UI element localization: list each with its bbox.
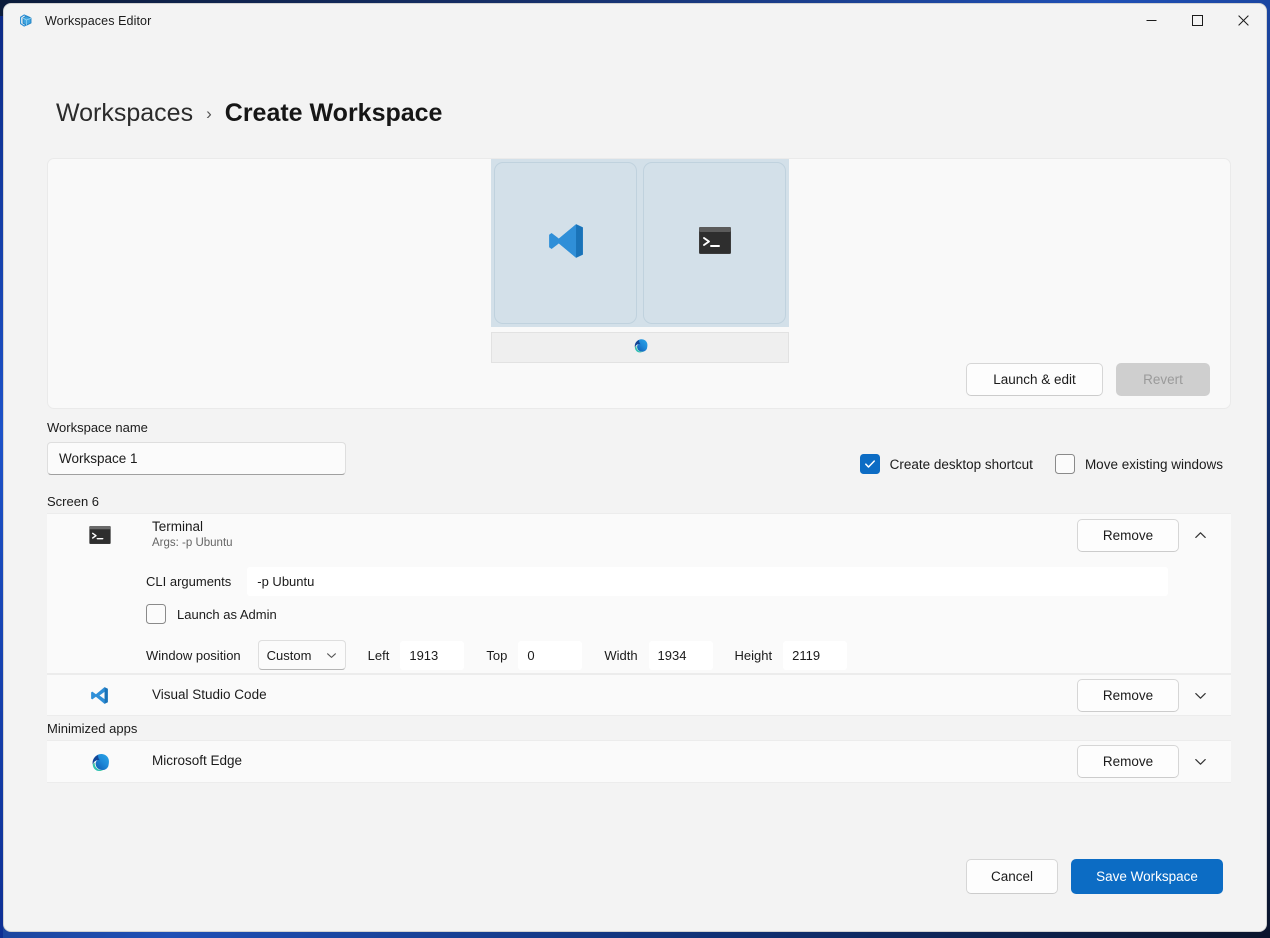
minimized-apps-heading: Minimized apps <box>47 721 137 736</box>
chevron-down-icon[interactable] <box>1183 678 1217 712</box>
terminal-icon <box>699 227 731 259</box>
app-name-terminal: Terminal <box>152 518 1077 536</box>
app-name-visual-studio-code: Visual Studio Code <box>152 686 1077 704</box>
preview-actions: Launch & edit Revert <box>966 363 1210 396</box>
height-input[interactable] <box>783 641 847 670</box>
chevron-up-icon[interactable] <box>1183 518 1217 552</box>
monitor-preview <box>491 159 789 363</box>
workspace-name-label: Workspace name <box>47 420 148 435</box>
left-input[interactable] <box>400 641 464 670</box>
footer-actions: Cancel Save Workspace <box>966 859 1223 894</box>
breadcrumb-separator-icon: › <box>206 104 212 124</box>
window-position-value: Custom <box>267 648 312 663</box>
app-name-microsoft-edge: Microsoft Edge <box>152 752 1077 770</box>
breadcrumb: Workspaces › Create Workspace <box>56 99 442 128</box>
vscode-icon <box>47 684 152 707</box>
maximize-icon[interactable] <box>1174 4 1220 37</box>
option-create-desktop-shortcut[interactable]: Create desktop shortcut <box>860 454 1033 474</box>
remove-button-visual-studio-code[interactable]: Remove <box>1077 679 1179 712</box>
cli-arguments-input[interactable] <box>247 567 1168 596</box>
left-label: Left <box>368 648 390 663</box>
app-row-visual-studio-code[interactable]: Visual Studio Code Remove <box>47 674 1231 716</box>
workspace-options: Create desktop shortcut Move existing wi… <box>860 454 1223 474</box>
app-row-actions-visual-studio-code: Remove <box>1077 678 1231 712</box>
preview-tile-terminal[interactable] <box>643 162 786 324</box>
minimized-apps-bar <box>491 332 789 363</box>
terminal-expanded-details: CLI arguments Launch as Admin Window pos… <box>47 556 1231 674</box>
page-content: Workspaces › Create Workspace <box>4 37 1266 931</box>
app-row-terminal[interactable]: Terminal Args: -p Ubuntu Remove <box>47 513 1231 556</box>
option-move-existing-windows[interactable]: Move existing windows <box>1055 454 1223 474</box>
option-label-move-existing-windows: Move existing windows <box>1085 457 1223 472</box>
save-workspace-button[interactable]: Save Workspace <box>1071 859 1223 894</box>
window-position-select[interactable]: Custom <box>258 640 346 670</box>
title-bar: Workspaces Editor <box>4 4 1266 37</box>
preview-tile-vscode[interactable] <box>494 162 637 324</box>
app-args-terminal: Args: -p Ubuntu <box>152 536 1077 552</box>
workspace-preview-card: Launch & edit Revert <box>47 158 1231 409</box>
remove-button-microsoft-edge[interactable]: Remove <box>1077 745 1179 778</box>
edge-icon <box>47 751 152 773</box>
launch-as-admin-row[interactable]: Launch as Admin <box>146 604 277 624</box>
breadcrumb-workspaces-link[interactable]: Workspaces <box>56 99 193 128</box>
remove-button-terminal[interactable]: Remove <box>1077 519 1179 552</box>
window-controls <box>1128 4 1266 37</box>
window-position-label: Window position <box>146 648 241 663</box>
app-row-actions-terminal: Remove <box>1077 518 1231 552</box>
screen-section-heading: Screen 6 <box>47 494 99 509</box>
checkbox-create-desktop-shortcut[interactable] <box>860 454 880 474</box>
app-info-microsoft-edge: Microsoft Edge <box>152 752 1077 770</box>
workspaces-editor-window: Workspaces Editor Workspaces › Create Wo… <box>3 3 1267 932</box>
page-title: Create Workspace <box>225 99 443 128</box>
monitor-screen <box>491 159 789 327</box>
app-info-visual-studio-code: Visual Studio Code <box>152 686 1077 704</box>
launch-and-edit-button[interactable]: Launch & edit <box>966 363 1103 396</box>
top-input[interactable] <box>518 641 582 670</box>
top-label: Top <box>486 648 507 663</box>
workspaces-icon <box>17 12 34 29</box>
minimize-icon[interactable] <box>1128 4 1174 37</box>
launch-as-admin-label: Launch as Admin <box>177 607 277 622</box>
app-row-actions-microsoft-edge: Remove <box>1077 745 1231 779</box>
workspace-name-input[interactable] <box>47 442 346 475</box>
width-input[interactable] <box>649 641 713 670</box>
chevron-down-icon <box>326 650 337 661</box>
cancel-button[interactable]: Cancel <box>966 859 1058 894</box>
width-label: Width <box>604 648 637 663</box>
app-info-terminal: Terminal Args: -p Ubuntu <box>152 518 1077 552</box>
checkbox-launch-as-admin[interactable] <box>146 604 166 624</box>
app-row-microsoft-edge[interactable]: Microsoft Edge Remove <box>47 740 1231 783</box>
revert-button[interactable]: Revert <box>1116 363 1210 396</box>
terminal-icon <box>47 526 152 544</box>
vscode-icon <box>543 218 589 269</box>
cli-arguments-label: CLI arguments <box>146 574 231 589</box>
edge-icon <box>632 337 649 359</box>
window-position-row: Window position Custom Left Top Width He… <box>146 640 847 670</box>
checkbox-move-existing-windows[interactable] <box>1055 454 1075 474</box>
chevron-down-icon[interactable] <box>1183 745 1217 779</box>
close-icon[interactable] <box>1220 4 1266 37</box>
cli-arguments-row: CLI arguments <box>146 567 1168 596</box>
option-label-create-desktop-shortcut: Create desktop shortcut <box>890 457 1033 472</box>
window-title: Workspaces Editor <box>45 14 151 28</box>
height-label: Height <box>735 648 773 663</box>
